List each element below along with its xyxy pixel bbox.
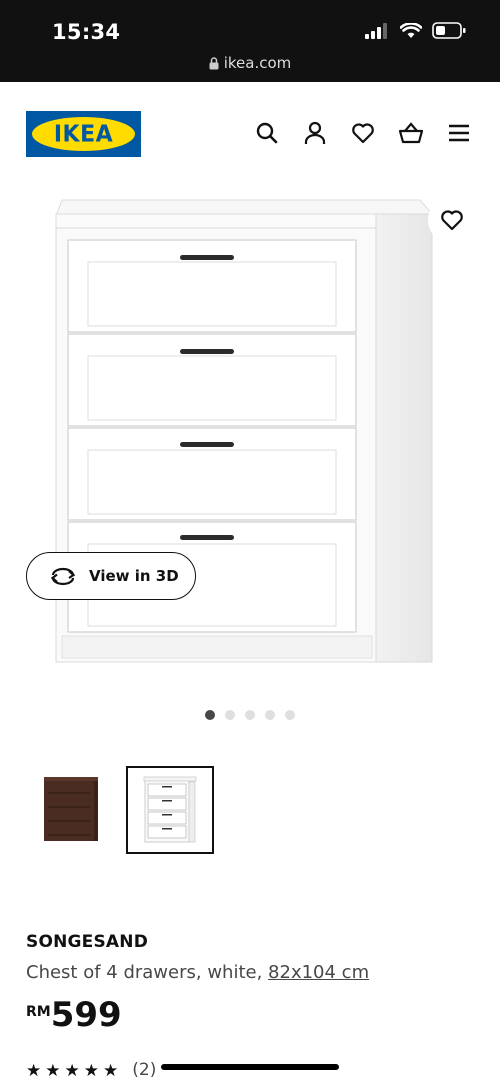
save-favourite-button[interactable] [428, 196, 476, 244]
lock-icon [209, 57, 219, 70]
product-rating[interactable]: ★ ★ ★ ★ ★ (2) [26, 1060, 156, 1080]
pagination-dot[interactable] [205, 710, 215, 720]
home-indicator[interactable] [161, 1064, 339, 1070]
variant-thumbnails [26, 766, 214, 854]
drawer-2 [67, 333, 357, 427]
pagination-dot[interactable] [265, 710, 275, 720]
product-description: Chest of 4 drawers, white, 82x104 cm [26, 962, 369, 983]
drawer-1 [67, 239, 357, 333]
user-icon[interactable] [302, 120, 328, 146]
white-chest-image [143, 776, 197, 843]
price-currency: RM [26, 1004, 51, 1020]
header-actions [254, 120, 472, 146]
star-icon: ★ [83, 1060, 99, 1080]
thumbnail-white-variant[interactable] [126, 766, 214, 854]
top-navigation: IKEA [0, 82, 500, 192]
product-description-text: Chest of 4 drawers, white, [26, 962, 269, 983]
status-time: 15:34 [52, 20, 121, 44]
logo-text: IKEA [53, 120, 114, 148]
url-bar[interactable]: ikea.com [0, 54, 500, 72]
drawer-3 [67, 427, 357, 521]
product-name: SONGESAND [26, 932, 149, 952]
star-icon: ★ [45, 1060, 61, 1080]
status-icons [364, 22, 466, 39]
menu-icon[interactable] [446, 120, 472, 146]
image-pagination [0, 710, 500, 720]
rotate-3d-icon [50, 567, 76, 586]
thumbnail-brown-variant[interactable] [26, 766, 114, 854]
cart-icon[interactable] [398, 120, 424, 146]
search-icon[interactable] [254, 120, 280, 146]
price-amount: 599 [50, 995, 122, 1035]
heart-icon [441, 210, 463, 231]
brown-chest-image [44, 777, 98, 841]
product-price: RM 599 [26, 996, 122, 1032]
signal-icon [365, 22, 387, 39]
product-image[interactable] [0, 192, 500, 692]
pagination-dot[interactable] [225, 710, 235, 720]
star-icon: ★ [64, 1060, 80, 1080]
star-icon: ★ [26, 1060, 42, 1080]
view-in-3d-button[interactable]: View in 3D [26, 552, 196, 600]
pagination-dot[interactable] [285, 710, 295, 720]
star-icon: ★ [103, 1060, 119, 1080]
battery-icon [432, 22, 466, 39]
review-count: (2) [132, 1060, 157, 1080]
ikea-logo[interactable]: IKEA [26, 111, 141, 157]
pagination-dot[interactable] [245, 710, 255, 720]
wifi-icon [400, 22, 422, 38]
view-in-3d-label: View in 3D [89, 567, 179, 585]
logo-oval: IKEA [32, 117, 135, 151]
status-bar: 15:34 ikea.com [0, 0, 500, 82]
url-text: ikea.com [223, 54, 292, 72]
heart-icon[interactable] [350, 120, 376, 146]
product-dimensions-link[interactable]: 82x104 cm [268, 962, 369, 983]
